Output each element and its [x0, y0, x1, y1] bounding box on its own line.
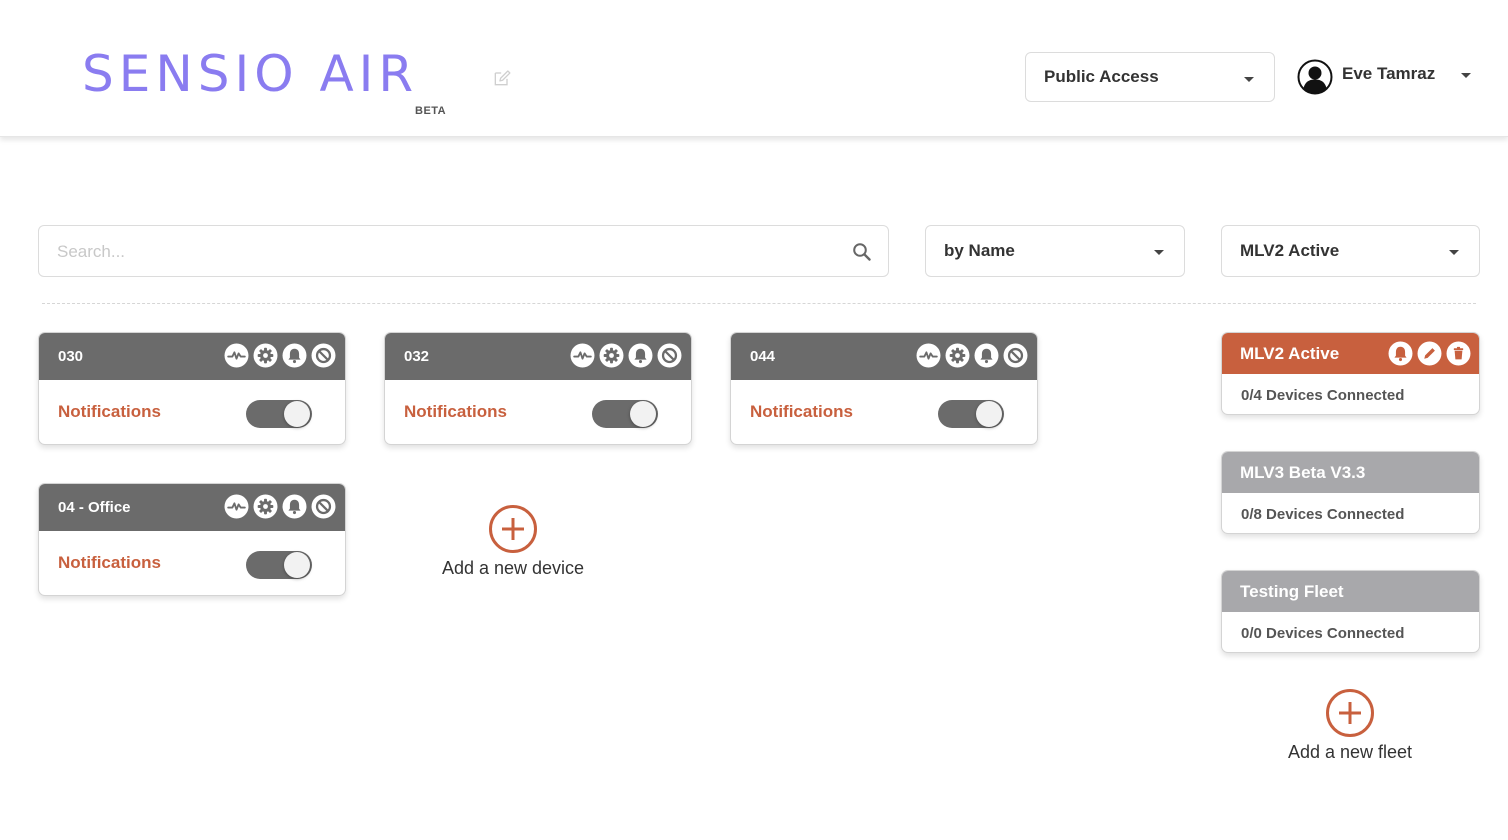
device-card[interactable]: 032 Notifications — [384, 332, 692, 445]
toggle-knob — [284, 552, 310, 578]
fleet-status: 0/4 Devices Connected — [1241, 386, 1405, 404]
chart-icon[interactable] — [570, 343, 595, 368]
chevron-down-icon — [1244, 77, 1254, 82]
notifications-label: Notifications — [58, 402, 161, 421]
user-menu[interactable]: Eve Tamraz — [1297, 58, 1487, 96]
device-actions — [224, 494, 336, 519]
add-fleet-button[interactable]: Add a new fleet — [1260, 688, 1440, 763]
fleet-card-header: MLV3 Beta V3.3 — [1222, 452, 1479, 493]
access-select[interactable]: Public Access — [1025, 52, 1275, 102]
chevron-down-icon — [1154, 250, 1164, 255]
sort-select[interactable]: by Name — [925, 225, 1185, 277]
search-box — [38, 225, 889, 277]
device-name: 044 — [750, 348, 776, 365]
toggle-knob — [976, 401, 1002, 427]
device-card-body: Notifications — [39, 380, 345, 444]
add-fleet-label: Add a new fleet — [1287, 742, 1413, 762]
user-name: Eve Tamraz — [1342, 64, 1436, 83]
chevron-down-icon — [1449, 250, 1459, 255]
bell-icon[interactable] — [282, 494, 307, 519]
bell-icon[interactable] — [628, 343, 653, 368]
avatar-icon — [1297, 59, 1333, 95]
device-card[interactable]: 04 - Office Notifications — [38, 483, 346, 596]
app-logo[interactable]: SENSIO AIR — [82, 44, 418, 104]
device-name: 030 — [58, 348, 84, 365]
edit-icon[interactable] — [492, 68, 512, 88]
fleet-select[interactable]: MLV2 Active — [1221, 225, 1480, 277]
chart-icon[interactable] — [916, 343, 941, 368]
plus-circle-icon[interactable] — [1325, 688, 1375, 738]
fleet-card[interactable]: MLV3 Beta V3.3 0/8 Devices Connected — [1221, 451, 1480, 534]
device-card-header: 030 — [39, 333, 345, 380]
app-header: SENSIO AIR BETA Public Access Eve Tamraz — [0, 0, 1508, 137]
notifications-toggle[interactable] — [592, 400, 658, 428]
gear-icon[interactable] — [599, 343, 624, 368]
notifications-label: Notifications — [404, 402, 507, 421]
add-device-label: Add a new device — [441, 558, 585, 578]
fleet-card-header: Testing Fleet — [1222, 571, 1479, 612]
search-input[interactable] — [57, 240, 817, 264]
notifications-toggle[interactable] — [246, 551, 312, 579]
block-icon[interactable] — [311, 494, 336, 519]
notifications-label: Notifications — [58, 553, 161, 572]
plus-circle-icon[interactable] — [488, 504, 538, 554]
device-card-body: Notifications — [39, 531, 345, 595]
device-actions — [224, 343, 336, 368]
fleet-select-value: MLV2 Active — [1240, 241, 1340, 260]
notifications-label: Notifications — [750, 402, 853, 421]
chevron-down-icon — [1461, 73, 1471, 78]
device-card[interactable]: 044 Notifications — [730, 332, 1038, 445]
toggle-knob — [630, 401, 656, 427]
sort-select-value: by Name — [944, 241, 1015, 260]
notifications-toggle[interactable] — [246, 400, 312, 428]
bell-icon[interactable] — [974, 343, 999, 368]
block-icon[interactable] — [1003, 343, 1028, 368]
device-card-body: Notifications — [731, 380, 1037, 444]
gear-icon[interactable] — [945, 343, 970, 368]
toggle-knob — [284, 401, 310, 427]
device-name: 04 - Office — [58, 499, 131, 516]
bell-icon[interactable] — [282, 343, 307, 368]
fleet-card[interactable]: MLV2 Active 0/4 Devices Connected — [1221, 332, 1480, 415]
device-name: 032 — [404, 348, 430, 365]
fleet-status: 0/0 Devices Connected — [1241, 624, 1405, 642]
fleet-card-header: MLV2 Active — [1222, 333, 1479, 374]
device-card-header: 032 — [385, 333, 691, 380]
fleet-name: MLV2 Active — [1240, 343, 1340, 363]
search-icon[interactable] — [852, 242, 872, 262]
notifications-toggle[interactable] — [938, 400, 1004, 428]
block-icon[interactable] — [311, 343, 336, 368]
fleet-card[interactable]: Testing Fleet 0/0 Devices Connected — [1221, 570, 1480, 653]
trash-icon[interactable] — [1446, 341, 1471, 366]
gear-icon[interactable] — [253, 494, 278, 519]
device-actions — [570, 343, 682, 368]
bell-icon[interactable] — [1388, 341, 1413, 366]
chart-icon[interactable] — [224, 494, 249, 519]
access-select-value: Public Access — [1044, 67, 1159, 86]
add-device-button[interactable]: Add a new device — [423, 504, 603, 579]
device-card-header: 04 - Office — [39, 484, 345, 531]
chart-icon[interactable] — [224, 343, 249, 368]
beta-badge: BETA — [415, 105, 447, 117]
device-card[interactable]: 030 Notifications — [38, 332, 346, 445]
device-card-header: 044 — [731, 333, 1037, 380]
fleet-actions — [1388, 341, 1471, 366]
fleet-name: MLV3 Beta V3.3 — [1240, 462, 1366, 482]
fleet-name: Testing Fleet — [1240, 581, 1344, 601]
pencil-icon[interactable] — [1417, 341, 1442, 366]
device-actions — [916, 343, 1028, 368]
fleet-status: 0/8 Devices Connected — [1241, 505, 1405, 523]
divider — [42, 303, 1476, 304]
block-icon[interactable] — [657, 343, 682, 368]
device-card-body: Notifications — [385, 380, 691, 444]
gear-icon[interactable] — [253, 343, 278, 368]
